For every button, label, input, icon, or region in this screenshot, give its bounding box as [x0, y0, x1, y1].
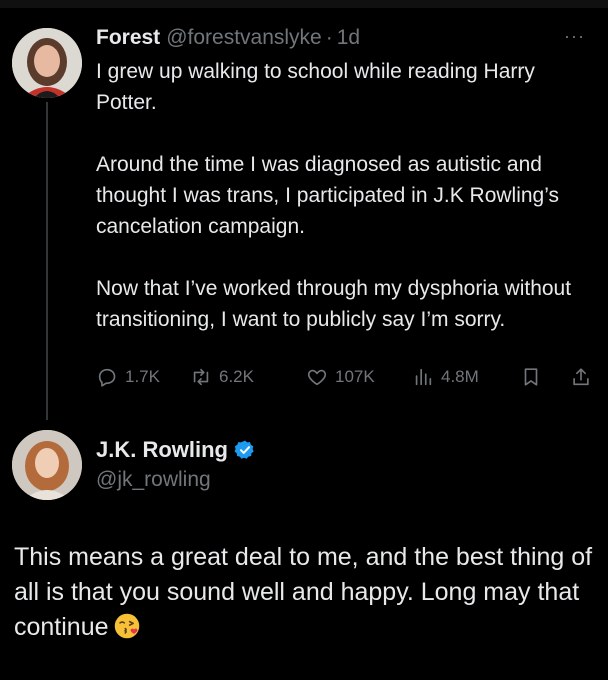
tweet1-action-bar: 1.7K 6.2K 107K 4.8M: [96, 366, 596, 396]
tweet1-author-name[interactable]: Forest: [96, 26, 160, 50]
face-blowing-a-kiss-icon: [114, 614, 139, 639]
repost-icon: [193, 368, 209, 386]
tweet2-author-row: J.K. Rowling: [96, 436, 256, 464]
views-button[interactable]: 4.8M: [412, 366, 479, 388]
like-button[interactable]: 107K: [306, 366, 375, 388]
tweet1-separator: ·: [325, 26, 333, 49]
top-bar: [0, 0, 608, 8]
tweet1-timestamp[interactable]: 1d: [337, 26, 360, 50]
avatar-jk-rowling[interactable]: [12, 430, 82, 500]
tweet1-header: Forest @forestvanslyke · 1d: [96, 24, 360, 52]
like-count: 107K: [335, 367, 375, 386]
more-options-icon[interactable]: ···: [564, 26, 585, 47]
tweet1-paragraph: Now that I’ve worked through my dysphori…: [96, 277, 572, 331]
tweet1-paragraph: Around the time I was diagnosed as autis…: [96, 153, 560, 238]
tweet1-author-handle[interactable]: @forestvanslyke: [166, 26, 322, 50]
person-avatar-icon: [12, 28, 82, 98]
tweet2-body-text: This means a great deal to me, and the b…: [14, 543, 593, 641]
analytics-icon: [415, 368, 432, 386]
tweet2-author-handle[interactable]: @jk_rowling: [96, 468, 211, 492]
bookmark-button[interactable]: [520, 366, 549, 388]
views-count: 4.8M: [441, 367, 479, 386]
verified-badge-icon[interactable]: [234, 439, 256, 461]
repost-count: 6.2K: [219, 367, 254, 386]
tweet1-text: I grew up walking to school while readin…: [96, 56, 596, 335]
heart-icon: [307, 369, 327, 386]
share-icon: [573, 368, 589, 386]
thread-connector-line: [46, 102, 48, 420]
reply-icon: [98, 368, 116, 387]
bookmark-icon: [524, 368, 538, 386]
tweet2-author-name[interactable]: J.K. Rowling: [96, 437, 228, 463]
repost-button[interactable]: 6.2K: [190, 366, 254, 388]
tweet2-text: This means a great deal to me, and the b…: [14, 540, 604, 645]
avatar-forest[interactable]: [12, 28, 82, 98]
tweet1-paragraph: I grew up walking to school while readin…: [96, 60, 535, 114]
reply-button[interactable]: 1.7K: [96, 366, 160, 388]
share-button[interactable]: [570, 366, 599, 388]
reply-count: 1.7K: [125, 367, 160, 386]
person-avatar-icon: [12, 430, 82, 500]
